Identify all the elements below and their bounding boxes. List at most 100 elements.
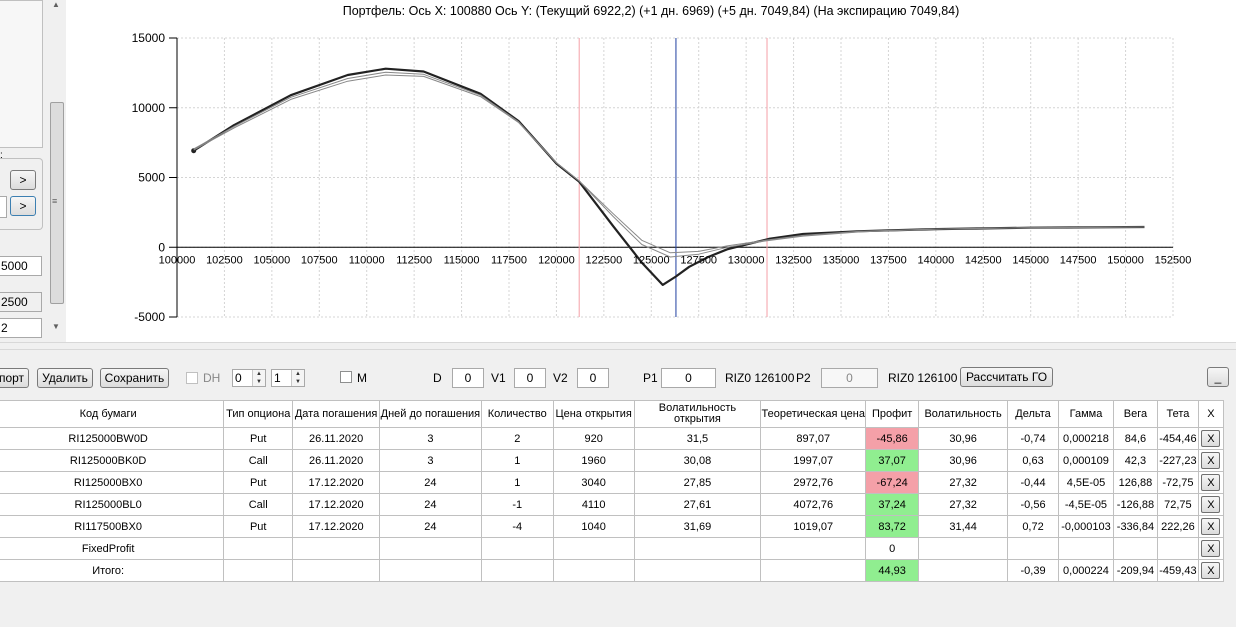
table-cell[interactable]: 17.12.2020 — [292, 493, 380, 516]
table-cell[interactable]: FixedProfit — [0, 537, 225, 560]
table-cell[interactable] — [918, 537, 1009, 560]
remove-row-button[interactable]: X — [1201, 562, 1221, 579]
table-cell[interactable]: 84,6 — [1112, 427, 1158, 450]
export-button[interactable]: порт — [0, 368, 29, 388]
spinner-down-icon[interactable]: ▼ — [252, 378, 265, 386]
table-cell[interactable]: 1 — [480, 449, 554, 472]
delete-button[interactable]: Удалить — [37, 368, 93, 388]
table-cell[interactable]: -0,000103 — [1057, 515, 1114, 538]
table-cell[interactable] — [480, 537, 554, 560]
column-header[interactable]: Волатильность — [918, 400, 1009, 428]
table-cell[interactable] — [1057, 537, 1114, 560]
column-header[interactable]: Дней до погашения — [379, 400, 482, 428]
column-header[interactable]: Тип опциона — [223, 400, 294, 428]
table-cell[interactable]: 2 — [480, 427, 554, 450]
table-cell[interactable] — [633, 559, 762, 582]
table-cell[interactable]: -459,43 — [1156, 559, 1199, 582]
table-cell[interactable]: 3 — [379, 427, 482, 450]
table-cell[interactable]: 0,000224 — [1057, 559, 1114, 582]
table-cell[interactable] — [379, 537, 482, 560]
table-cell[interactable]: 72,75 — [1156, 493, 1199, 516]
column-header[interactable]: Дельта — [1007, 400, 1059, 428]
table-cell[interactable]: -454,46 — [1156, 427, 1199, 450]
table-cell[interactable]: 222,26 — [1156, 515, 1199, 538]
p1-field[interactable]: 0 — [661, 368, 716, 388]
table-row[interactable]: Итого: 44,93 -0,39 0,000224 -209,94 -459,43 X — [0, 559, 1225, 582]
table-cell[interactable]: 17.12.2020 — [292, 515, 380, 538]
table-cell[interactable]: 30,08 — [633, 449, 762, 472]
table-cell[interactable]: 4110 — [552, 493, 635, 516]
table-cell[interactable]: RI125000BW0D — [0, 427, 225, 450]
table-cell[interactable]: 2972,76 — [760, 471, 867, 494]
scroll-down-arrow-icon[interactable]: ▼ — [52, 322, 60, 331]
table-row[interactable]: FixedProfit 0 X — [0, 537, 1225, 560]
table-cell[interactable]: 24 — [379, 493, 482, 516]
left-field-3[interactable]: 2 — [0, 318, 42, 338]
table-cell[interactable]: 27,32 — [918, 493, 1009, 516]
column-header[interactable]: Профит — [865, 400, 920, 428]
remove-row-button[interactable]: X — [1201, 474, 1221, 491]
profit-cell[interactable]: 37,07 — [865, 449, 920, 472]
table-cell[interactable]: -227,23 — [1156, 449, 1199, 472]
d-field[interactable]: 0 — [452, 368, 484, 388]
column-header[interactable]: Вега — [1112, 400, 1158, 428]
table-cell[interactable] — [552, 537, 635, 560]
table-cell[interactable]: 24 — [379, 471, 482, 494]
table-cell[interactable]: 3040 — [552, 471, 635, 494]
table-cell[interactable]: -4,5E-05 — [1057, 493, 1114, 516]
table-row[interactable]: RI125000BL0 Call 17.12.2020 24 -1 4110 27,61 40… — [0, 493, 1225, 516]
spinner-up-icon[interactable]: ▲ — [291, 370, 304, 378]
table-cell[interactable]: 3 — [379, 449, 482, 472]
remove-row-button[interactable]: X — [1201, 430, 1221, 447]
table-cell[interactable] — [760, 559, 867, 582]
table-row[interactable]: RI125000BW0D Put 26.11.2020 3 2 920 31,5 897,07… — [0, 427, 1225, 450]
table-cell[interactable]: Put — [223, 471, 294, 494]
table-cell[interactable]: RI117500BX0 — [0, 515, 225, 538]
table-cell[interactable]: Call — [223, 449, 294, 472]
table-cell[interactable]: 27,85 — [633, 471, 762, 494]
table-cell[interactable]: 17.12.2020 — [292, 471, 380, 494]
table-cell[interactable]: 1 — [480, 471, 554, 494]
table-cell[interactable]: RI125000BL0 — [0, 493, 225, 516]
spinner-1[interactable]: 0 ▲ ▼ — [232, 369, 266, 387]
table-cell[interactable]: 0,000109 — [1057, 449, 1114, 472]
table-cell[interactable]: -0,39 — [1007, 559, 1059, 582]
table-cell[interactable]: 920 — [552, 427, 635, 450]
left-scrollbar[interactable]: ▲ ≡ ▼ — [48, 0, 65, 335]
table-cell[interactable]: 30,96 — [918, 427, 1009, 450]
remove-row-button[interactable]: X — [1201, 452, 1221, 469]
table-cell[interactable]: 30,96 — [918, 449, 1009, 472]
table-cell[interactable]: 1019,07 — [760, 515, 867, 538]
table-cell[interactable]: -209,94 — [1112, 559, 1158, 582]
table-cell[interactable] — [760, 537, 867, 560]
minimize-button[interactable]: _ — [1207, 367, 1229, 387]
column-header[interactable]: Гамма — [1057, 400, 1114, 428]
table-cell[interactable]: -72,75 — [1156, 471, 1199, 494]
left-arrow-button-1[interactable]: > — [10, 170, 36, 190]
table-cell[interactable]: 26.11.2020 — [292, 427, 380, 450]
table-cell[interactable] — [1112, 537, 1158, 560]
table-cell[interactable] — [1156, 537, 1199, 560]
profit-cell[interactable]: 44,93 — [865, 559, 920, 582]
column-header[interactable]: X — [1197, 400, 1225, 428]
dh-checkbox[interactable] — [186, 372, 198, 384]
table-cell[interactable]: 27,32 — [918, 471, 1009, 494]
table-cell[interactable] — [292, 537, 380, 560]
m-checkbox[interactable] — [340, 371, 352, 383]
table-cell[interactable] — [480, 559, 554, 582]
table-cell[interactable]: 0,72 — [1007, 515, 1059, 538]
remove-row-button[interactable]: X — [1201, 540, 1221, 557]
table-cell[interactable] — [633, 537, 762, 560]
table-cell[interactable]: -0,44 — [1007, 471, 1059, 494]
profit-cell[interactable]: 83,72 — [865, 515, 920, 538]
table-row[interactable]: RI117500BX0 Put 17.12.2020 24 -4 1040 31,69 101… — [0, 515, 1225, 538]
remove-row-button[interactable]: X — [1201, 496, 1221, 513]
table-cell[interactable]: -336,84 — [1112, 515, 1158, 538]
table-cell[interactable]: 26.11.2020 — [292, 449, 380, 472]
profit-cell[interactable]: -67,24 — [865, 471, 920, 494]
remove-row-button[interactable]: X — [1201, 518, 1221, 535]
table-cell[interactable] — [223, 559, 294, 582]
table-cell[interactable]: 1960 — [552, 449, 635, 472]
column-header[interactable]: Дата погашения — [292, 400, 380, 428]
table-cell[interactable]: 27,61 — [633, 493, 762, 516]
